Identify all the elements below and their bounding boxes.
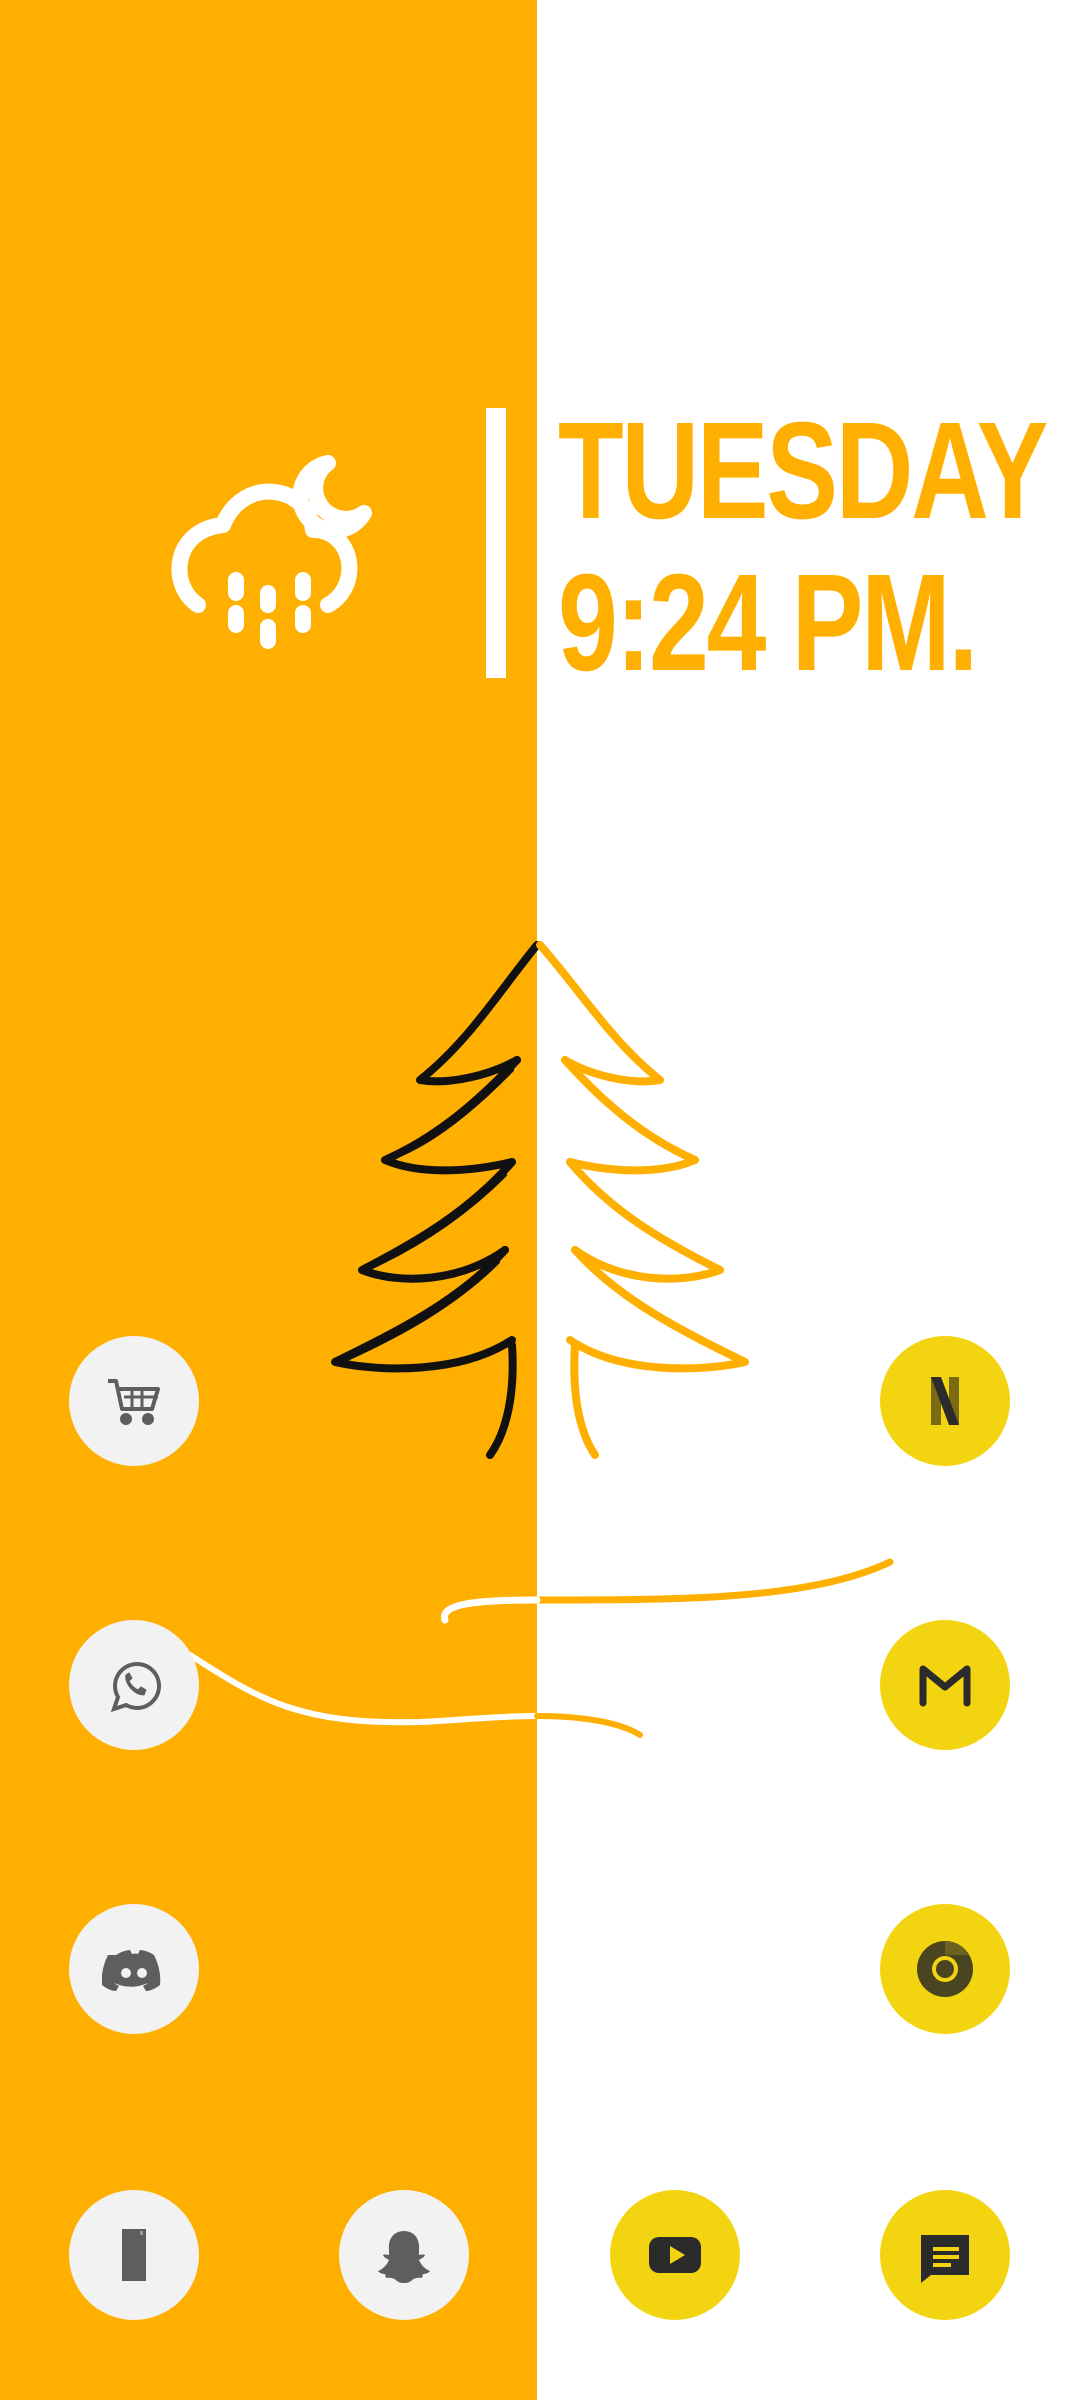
cloud-moon-rain-icon[interactable] (168, 445, 378, 675)
discord-icon (102, 1950, 161, 1991)
messages-icon (921, 2235, 969, 2283)
messages-app-button[interactable] (880, 2190, 1010, 2320)
gmail-icon (919, 1665, 971, 1707)
youtube-icon (649, 2237, 701, 2273)
youtube-app-button[interactable] (610, 2190, 740, 2320)
netflix-icon (931, 1377, 959, 1425)
chrome-app-button[interactable] (880, 1904, 1010, 2034)
chrome-icon (917, 1941, 973, 1997)
snapchat-app-button[interactable] (339, 2190, 469, 2320)
netflix-app-button[interactable] (880, 1336, 1010, 1466)
whatsapp-icon (110, 1661, 162, 1713)
shopping-cart-icon (108, 1379, 160, 1425)
discord-app-button[interactable] (69, 1904, 199, 2034)
gmail-app-button[interactable] (880, 1620, 1010, 1750)
day-label[interactable]: TUESDAY (558, 402, 1048, 540)
wallpaper-right-half (537, 0, 1080, 2400)
shopping-cart-app-button[interactable] (69, 1336, 199, 1466)
snapchat-icon (378, 2231, 430, 2283)
clock-divider (486, 408, 506, 678)
phone-app-button[interactable] (69, 2190, 199, 2320)
whatsapp-app-button[interactable] (69, 1620, 199, 1750)
phone-icon (122, 2229, 146, 2281)
time-label[interactable]: 9:24 PM. (558, 554, 978, 692)
wallpaper-left-half (0, 0, 537, 2400)
